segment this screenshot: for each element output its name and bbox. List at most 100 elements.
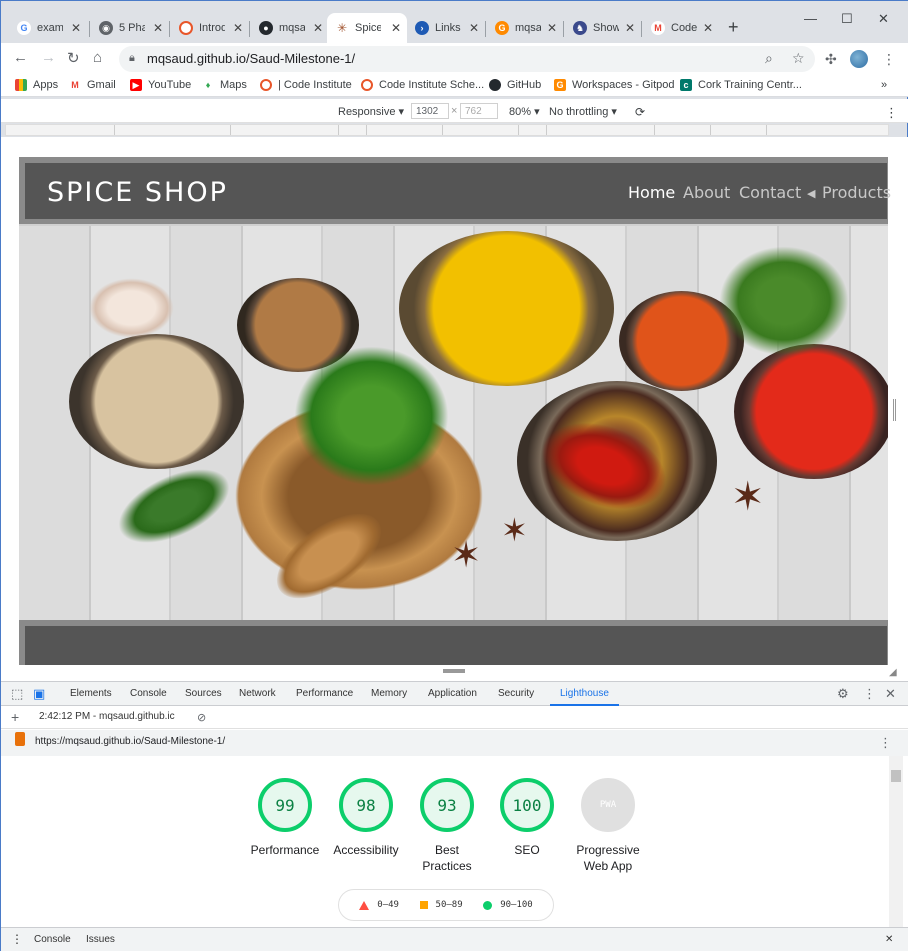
tab-security[interactable]: Security: [498, 688, 534, 699]
minimize-button[interactable]: —: [804, 11, 817, 26]
drawer-menu-kebab-icon[interactable]: ⋮: [11, 932, 23, 946]
throttling-select[interactable]: No throttling ▾: [549, 105, 617, 118]
device-toggle-icon[interactable]: ▣: [33, 686, 45, 702]
bookmark-item[interactable]: GitHub: [489, 79, 541, 91]
bookmark-star-icon[interactable]: ☆: [792, 50, 805, 67]
report-url[interactable]: https://mqsaud.github.io/Saud-Milestone-…: [35, 736, 225, 747]
tab-performance[interactable]: Performance: [296, 688, 353, 699]
browser-tab[interactable]: › Links ✕: [407, 13, 485, 43]
bookmark-item[interactable]: ♦ Maps: [202, 79, 247, 91]
resize-handle-bottom[interactable]: [443, 669, 465, 673]
tab-elements[interactable]: Elements: [70, 688, 112, 699]
clear-report-icon[interactable]: ⊘: [197, 711, 206, 724]
globe-icon: ◉: [99, 21, 113, 35]
close-drawer-icon[interactable]: ✕: [885, 934, 893, 945]
devtools-menu-kebab-icon[interactable]: ⋮: [863, 686, 876, 702]
triangle-icon: [359, 900, 370, 910]
bookmark-label: Gmail: [87, 79, 116, 91]
nav-contact[interactable]: Contact: [739, 183, 801, 202]
browser-tab[interactable]: Introd ✕: [171, 13, 249, 43]
close-window-button[interactable]: ✕: [878, 11, 889, 27]
report-menu-kebab-icon[interactable]: ⋮: [879, 735, 892, 751]
gauge-label: Accessibility: [333, 843, 399, 857]
address-bar[interactable]: 🔒︎ mqsaud.github.io/Saud-Milestone-1/ ⌕ …: [119, 46, 815, 72]
gauge-best-practices[interactable]: 93 Best Practices: [407, 778, 487, 874]
tab-sources[interactable]: Sources: [185, 688, 222, 699]
tab-divider: [485, 21, 486, 37]
close-icon[interactable]: ✕: [233, 21, 243, 35]
browser-tab[interactable]: ● mqsa ✕: [251, 13, 329, 43]
zoom-select[interactable]: 80% ▾: [509, 105, 540, 118]
inspect-element-icon[interactable]: ⬚: [11, 686, 23, 702]
close-devtools-icon[interactable]: ✕: [885, 686, 896, 702]
extensions-icon[interactable]: ✣: [825, 51, 837, 68]
profile-avatar[interactable]: [850, 50, 868, 68]
close-icon[interactable]: ✕: [625, 21, 635, 35]
tab-application[interactable]: Application: [428, 688, 477, 699]
browser-tab[interactable]: ◉ 5 Pha ✕: [91, 13, 169, 43]
close-icon[interactable]: ✕: [313, 21, 323, 35]
browser-tab[interactable]: ♞ Show ✕: [565, 13, 641, 43]
close-icon[interactable]: ✕: [703, 21, 713, 35]
close-icon[interactable]: ✕: [469, 21, 479, 35]
browser-tab-active[interactable]: ✳ Spice ✕: [327, 13, 407, 43]
bookmark-item[interactable]: c Cork Training Centr...: [680, 79, 802, 91]
close-icon[interactable]: ✕: [71, 21, 81, 35]
viewport-height-input[interactable]: [460, 103, 498, 119]
star-anise: ✶: [501, 512, 528, 548]
tab-network[interactable]: Network: [239, 688, 276, 699]
nav-about[interactable]: About: [683, 183, 730, 202]
resize-corner-icon[interactable]: ◢: [889, 667, 897, 678]
bookmark-item[interactable]: Apps: [15, 79, 58, 91]
device-mode-select[interactable]: Responsive ▾: [338, 105, 404, 118]
bookmark-item[interactable]: G Workspaces - Gitpod: [554, 79, 675, 91]
gmail-icon: M: [69, 79, 81, 91]
gauge-pwa[interactable]: PWA Progressive Web App: [568, 778, 648, 874]
report-scrollbar[interactable]: [889, 756, 903, 928]
bookmark-item[interactable]: M Gmail: [69, 79, 116, 91]
rotate-icon[interactable]: ⟳: [635, 105, 645, 119]
bookmark-item[interactable]: Code Institute Sche...: [361, 79, 484, 91]
gauge-performance[interactable]: 99 Performance: [245, 778, 325, 858]
browser-tab[interactable]: G exam ✕: [9, 13, 87, 43]
device-mode-value: Responsive: [338, 106, 396, 118]
gmail-icon: M: [651, 21, 665, 35]
scrollbar-thumb[interactable]: [891, 770, 901, 782]
reload-button[interactable]: ↻: [67, 49, 80, 67]
report-selector[interactable]: 2:42:12 PM - mqsaud.github.ic: [39, 711, 175, 722]
new-tab-button[interactable]: +: [728, 17, 739, 38]
zoom-icon[interactable]: ⌕: [765, 50, 773, 67]
browser-tab[interactable]: M Code ✕: [643, 13, 719, 43]
forward-button[interactable]: →: [41, 49, 56, 66]
site-brand[interactable]: SPICE SHOP: [47, 177, 228, 208]
bookmark-item[interactable]: | Code Institute: [260, 79, 352, 91]
tab-memory[interactable]: Memory: [371, 688, 407, 699]
more-bookmarks-button[interactable]: »: [881, 79, 887, 91]
close-icon[interactable]: ✕: [391, 21, 401, 35]
ruler-tick: [766, 125, 767, 135]
drawer-tab-console[interactable]: Console: [34, 934, 71, 945]
bookmark-item[interactable]: ▶ YouTube: [130, 79, 191, 91]
nav-home[interactable]: Home: [628, 183, 675, 202]
settings-gear-icon[interactable]: ⚙: [837, 686, 849, 702]
close-icon[interactable]: ✕: [547, 21, 557, 35]
gauge-seo[interactable]: 100 SEO: [487, 778, 567, 858]
tab-lighthouse[interactable]: Lighthouse: [550, 688, 619, 706]
device-menu-kebab-icon[interactable]: ⋮: [885, 105, 898, 121]
tab-console[interactable]: Console: [130, 688, 167, 699]
legend-fail: 0–49: [359, 900, 399, 910]
drawer-tab-issues[interactable]: Issues: [86, 934, 115, 945]
nav-products[interactable]: Products: [822, 183, 891, 202]
close-icon[interactable]: ✕: [153, 21, 163, 35]
home-button[interactable]: ⌂: [93, 49, 102, 66]
site-header: SPICE SHOP Home About Contact ◀ Products: [19, 157, 891, 224]
maximize-button[interactable]: ☐: [841, 11, 853, 27]
menu-kebab-icon[interactable]: ⋮: [882, 51, 896, 68]
gauge-accessibility[interactable]: 98 Accessibility: [326, 778, 406, 858]
media-query-ruler[interactable]: [5, 124, 889, 136]
browser-tab[interactable]: G mqsa ✕: [487, 13, 563, 43]
new-report-plus-icon[interactable]: +: [11, 709, 19, 725]
back-button[interactable]: ←: [13, 49, 28, 66]
resize-handle-right[interactable]: [893, 399, 896, 421]
viewport-width-input[interactable]: [411, 103, 449, 119]
